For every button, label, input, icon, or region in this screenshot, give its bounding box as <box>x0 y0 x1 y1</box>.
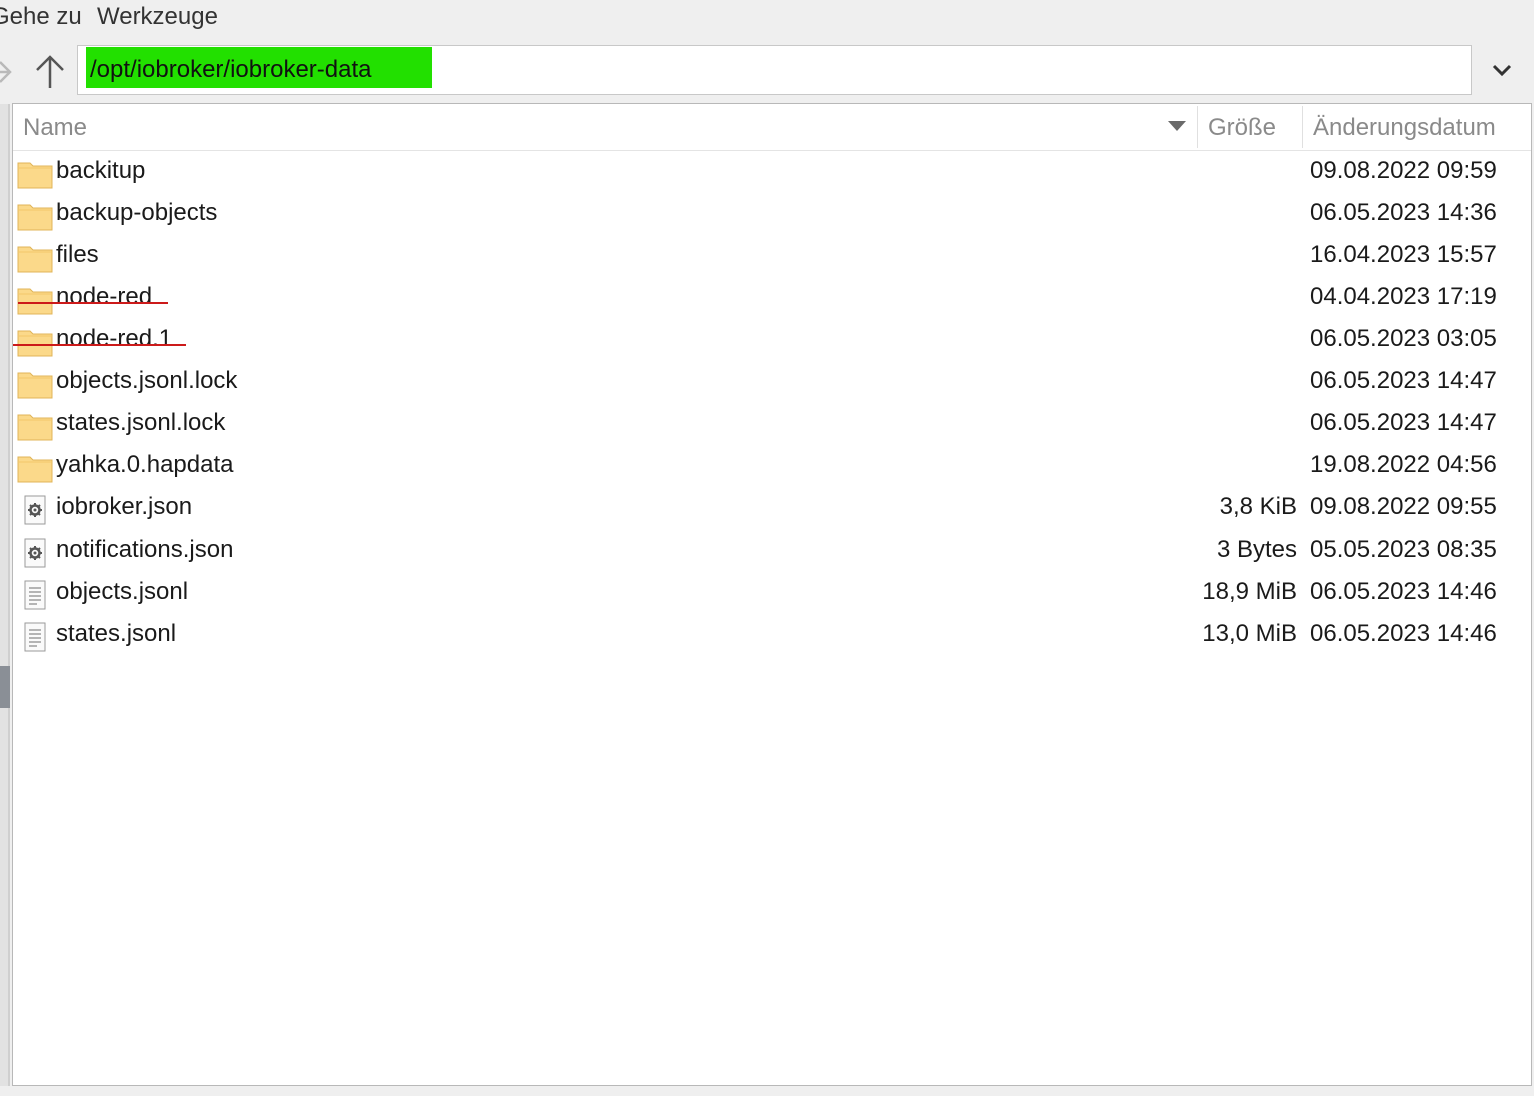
forward-arrow-icon[interactable] <box>0 52 28 92</box>
file-name: notifications.json <box>56 536 234 563</box>
file-date: 16.04.2023 15:57 <box>1310 241 1497 268</box>
file-date: 19.08.2022 04:56 <box>1310 451 1497 478</box>
file-size: 3 Bytes <box>1216 536 1297 563</box>
folder-icon <box>17 327 53 357</box>
strikethrough-annotation <box>18 302 168 304</box>
folder-icon <box>17 243 53 273</box>
folder-icon <box>17 201 53 231</box>
file-date: 06.05.2023 14:46 <box>1310 620 1497 647</box>
folder-icon <box>17 159 53 189</box>
file-name: states.jsonl.lock <box>56 409 226 436</box>
config-file-icon <box>17 495 53 525</box>
column-separator[interactable] <box>1302 106 1303 148</box>
file-row[interactable]: states.jsonl.lock 06.05.2023 14:47 <box>13 404 1531 446</box>
file-name: node-red <box>56 283 153 310</box>
config-file-icon <box>17 538 53 568</box>
file-name: files <box>56 241 99 268</box>
file-date: 09.08.2022 09:55 <box>1310 493 1497 520</box>
file-date: 06.05.2023 03:05 <box>1310 325 1497 352</box>
file-row[interactable]: backup-objects 06.05.2023 14:36 <box>13 194 1531 236</box>
file-row[interactable]: yahka.0.hapdata 19.08.2022 04:56 <box>13 446 1531 488</box>
text-file-icon <box>17 580 53 610</box>
file-date: 06.05.2023 14:46 <box>1310 578 1497 605</box>
column-separator[interactable] <box>1197 106 1198 148</box>
file-size: 3,8 KiB <box>1219 493 1297 520</box>
side-pane-border <box>8 104 10 1086</box>
file-name: objects.jsonl <box>56 578 189 605</box>
file-row[interactable]: states.jsonl 13,0 MiB 06.05.2023 14:46 <box>13 615 1531 657</box>
column-header-name[interactable]: Name <box>23 114 87 142</box>
file-list[interactable]: Name Größe Änderungsdatum backitup 09.08.… <box>12 103 1532 1086</box>
file-size: 18,9 MiB <box>1202 578 1297 605</box>
menu-go-to[interactable]: Gehe zu <box>0 3 82 31</box>
strikethrough-annotation <box>13 344 186 346</box>
file-row[interactable]: node-red.1 06.05.2023 03:05 <box>13 320 1531 362</box>
text-file-icon <box>17 622 53 652</box>
column-header-row: Name Größe Änderungsdatum <box>13 104 1531 151</box>
file-date: 04.04.2023 17:19 <box>1310 283 1497 310</box>
file-row[interactable]: objects.jsonl.lock 06.05.2023 14:47 <box>13 362 1531 404</box>
file-name: backup-objects <box>56 199 218 226</box>
folder-icon <box>17 285 53 315</box>
side-pane-scrollbar-thumb[interactable] <box>0 666 10 708</box>
up-arrow-icon[interactable] <box>30 52 70 92</box>
file-date: 09.08.2022 09:59 <box>1310 157 1497 184</box>
file-row[interactable]: files 16.04.2023 15:57 <box>13 236 1531 278</box>
file-size: 13,0 MiB <box>1202 620 1297 647</box>
file-row[interactable]: objects.jsonl 18,9 MiB 06.05.2023 14:46 <box>13 573 1531 615</box>
file-date: 06.05.2023 14:47 <box>1310 367 1497 394</box>
folder-icon <box>17 411 53 441</box>
file-date: 06.05.2023 14:47 <box>1310 409 1497 436</box>
sort-descending-icon[interactable] <box>1167 120 1187 132</box>
file-row[interactable]: backitup 09.08.2022 09:59 <box>13 152 1531 194</box>
file-row[interactable]: node-red 04.04.2023 17:19 <box>13 278 1531 320</box>
folder-icon <box>17 453 53 483</box>
menu-bar: Gehe zu Werkzeuge <box>0 0 1534 36</box>
column-header-date[interactable]: Änderungsdatum <box>1313 114 1496 142</box>
file-name: yahka.0.hapdata <box>56 451 234 478</box>
toolbar: /opt/iobroker/iobroker-data <box>0 40 1534 102</box>
file-row[interactable]: iobroker.json 3,8 KiB 09.08.2022 09:55 <box>13 488 1531 530</box>
file-date: 05.05.2023 08:35 <box>1310 536 1497 563</box>
file-name: node-red.1 <box>56 325 173 352</box>
file-name: iobroker.json <box>56 493 193 520</box>
chevron-down-icon[interactable] <box>1484 52 1520 88</box>
path-text: /opt/iobroker/iobroker-data <box>90 56 372 83</box>
file-name: objects.jsonl.lock <box>56 367 238 394</box>
path-input[interactable]: /opt/iobroker/iobroker-data <box>77 45 1472 95</box>
file-row[interactable]: notifications.json 3 Bytes 05.05.2023 08:3… <box>13 531 1531 573</box>
menu-tools[interactable]: Werkzeuge <box>97 3 218 31</box>
column-header-size[interactable]: Größe <box>1208 114 1276 142</box>
file-name: backitup <box>56 157 146 184</box>
file-date: 06.05.2023 14:36 <box>1310 199 1497 226</box>
side-pane-edge <box>0 104 10 1086</box>
folder-icon <box>17 369 53 399</box>
file-name: states.jsonl <box>56 620 177 647</box>
